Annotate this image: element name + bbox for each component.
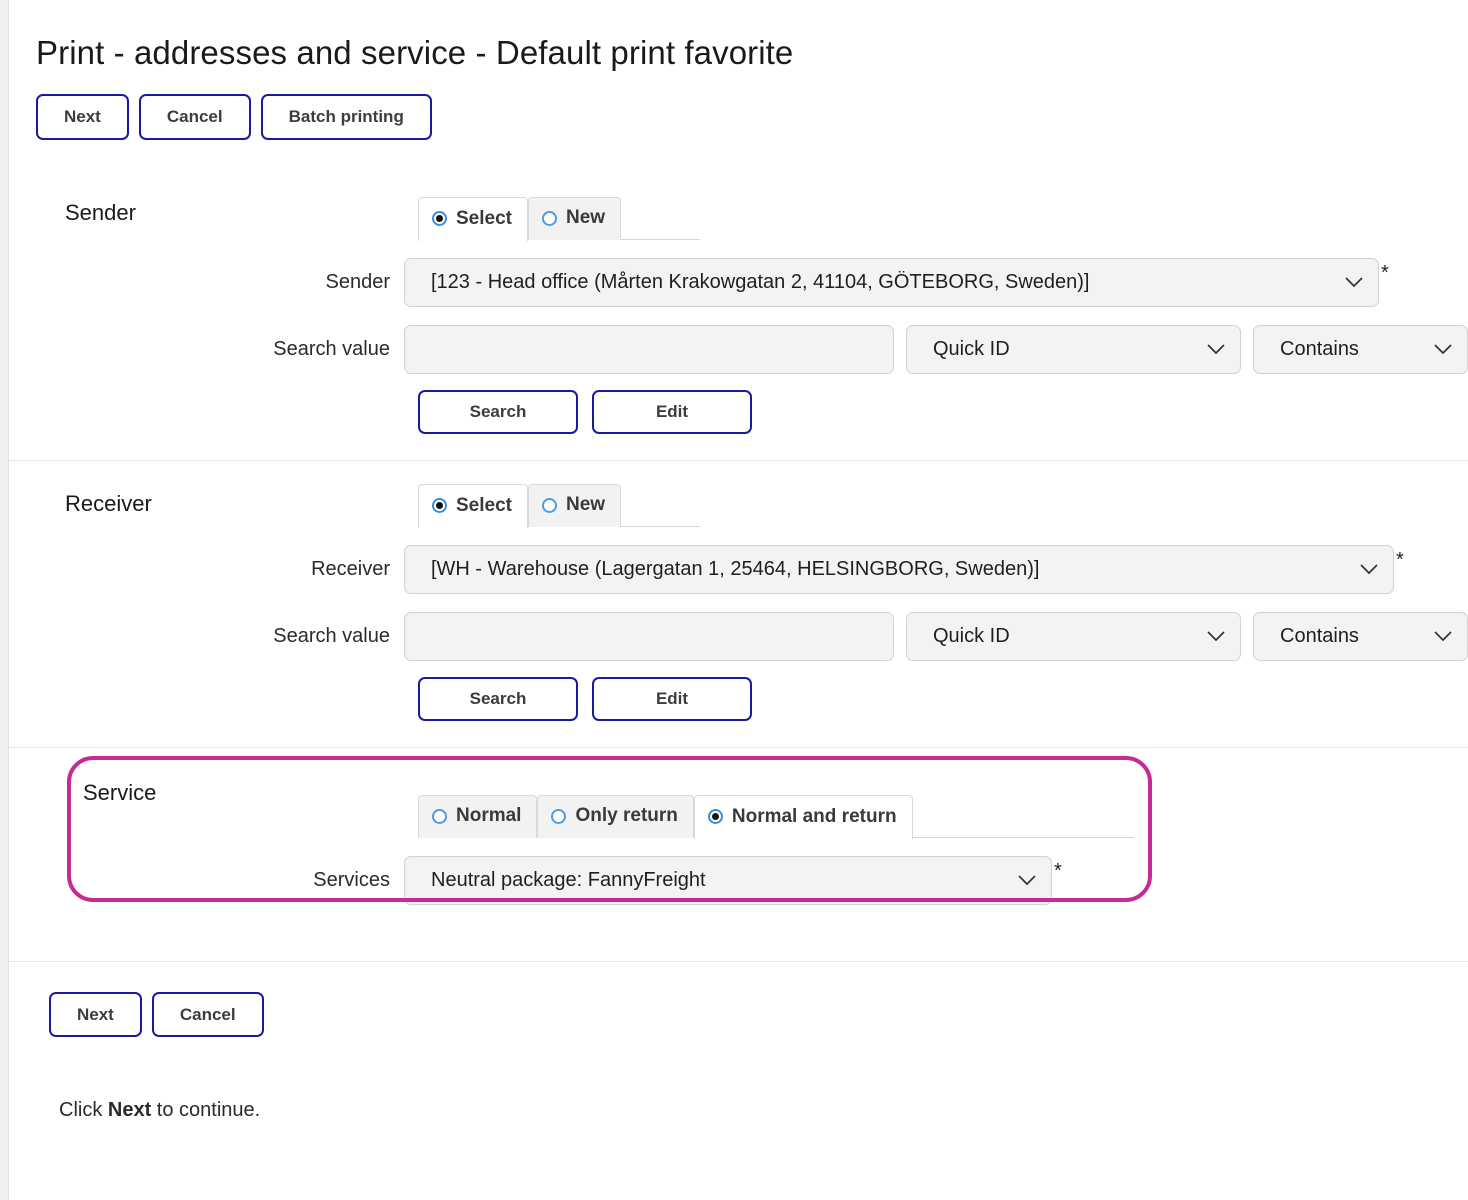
- hint-prefix: Click: [59, 1099, 108, 1122]
- sender-search-operator-select[interactable]: Contains: [1253, 324, 1468, 374]
- service-tab-only-return[interactable]: Only return: [537, 794, 694, 838]
- cancel-button-bottom[interactable]: Cancel: [151, 991, 264, 1038]
- receiver-field-label: Receiver: [311, 557, 390, 580]
- service-mode-tabs: Normal Only return Normal and return: [418, 794, 1134, 839]
- sender-edit-button[interactable]: Edit: [592, 389, 752, 434]
- receiver-tab-new[interactable]: New: [527, 483, 622, 527]
- hint-bold-next: Next: [107, 1099, 152, 1122]
- receiver-search-row: Search value Quick ID Contains: [273, 611, 1468, 661]
- receiver-required-mark: *: [1396, 548, 1404, 571]
- services-select-value: Neutral package: FannyFreight: [431, 868, 706, 891]
- receiver-search-field-value: Quick ID: [933, 624, 1010, 647]
- sender-search-button[interactable]: Search: [418, 389, 578, 434]
- sender-tab-select-label: Select: [456, 207, 512, 229]
- sender-search-operator-value: Contains: [1280, 337, 1359, 360]
- service-tab-normal[interactable]: Normal: [418, 794, 538, 838]
- receiver-tab-new-label: New: [565, 494, 606, 516]
- sender-select-value: [123 - Head office (Mårten Krakowgatan 2…: [431, 270, 1090, 293]
- sender-section-label: Sender: [65, 199, 136, 225]
- receiver-section-label: Receiver: [65, 490, 152, 516]
- continue-hint: Click Next to continue.: [49, 1099, 1468, 1122]
- sender-tab-select[interactable]: Select: [418, 196, 528, 241]
- service-section-label: Service: [83, 779, 157, 805]
- receiver-field-row: Receiver [WH - Warehouse (Lagergatan 1, …: [311, 544, 1468, 594]
- receiver-search-operator-select[interactable]: Contains: [1253, 611, 1468, 661]
- page-title: Print - addresses and service - Default …: [36, 34, 794, 71]
- sender-tab-new-label: New: [565, 207, 606, 229]
- services-field-label: Services: [313, 868, 390, 891]
- receiver-select-value: [WH - Warehouse (Lagergatan 1, 25464, HE…: [431, 557, 1040, 580]
- radio-unselected-icon: [432, 808, 447, 824]
- service-tab-normal-and-return-label: Normal and return: [731, 805, 897, 827]
- footer-toolbar: Next Cancel: [49, 991, 1468, 1038]
- service-tab-normal-label: Normal: [456, 805, 522, 827]
- sender-search-row: Search value Quick ID Contains: [273, 324, 1468, 374]
- next-button-bottom[interactable]: Next: [49, 991, 142, 1038]
- receiver-search-field-select[interactable]: Quick ID: [906, 611, 1241, 661]
- footer: Next Cancel Click Next to continue.: [9, 960, 1468, 1123]
- sender-search-field-value: Quick ID: [933, 337, 1010, 360]
- services-required-mark: *: [1054, 859, 1062, 882]
- radio-selected-icon: [432, 211, 447, 227]
- receiver-select[interactable]: [WH - Warehouse (Lagergatan 1, 25464, HE…: [404, 544, 1394, 594]
- receiver-mode-tabs: Select New: [418, 483, 700, 528]
- sender-action-buttons: Search Edit: [418, 389, 1468, 434]
- receiver-search-input[interactable]: [404, 611, 894, 661]
- sender-required-mark: *: [1381, 261, 1389, 284]
- cancel-button-top[interactable]: Cancel: [138, 94, 251, 140]
- services-select[interactable]: Neutral package: FannyFreight: [404, 855, 1052, 905]
- service-tab-only-return-label: Only return: [575, 805, 678, 827]
- sender-field-row: Sender [123 - Head office (Mårten Krakow…: [326, 257, 1468, 307]
- sender-select[interactable]: [123 - Head office (Mårten Krakowgatan 2…: [404, 257, 1379, 307]
- receiver-action-buttons: Search Edit: [418, 676, 1468, 721]
- sender-tab-new[interactable]: New: [527, 196, 622, 240]
- print-addresses-and-service-page: Print - addresses and service - Default …: [8, 0, 1468, 1200]
- receiver-edit-button[interactable]: Edit: [592, 676, 752, 721]
- radio-unselected-icon: [551, 808, 567, 824]
- receiver-section: Receiver Select New Receiver [WH - Wareh…: [9, 459, 1468, 747]
- chevron-down-icon: [1433, 630, 1453, 642]
- radio-selected-icon: [432, 498, 447, 514]
- batch-printing-button[interactable]: Batch printing: [260, 94, 432, 140]
- top-toolbar: Next Cancel Batch printing: [9, 72, 1468, 140]
- chevron-down-icon: [1206, 630, 1226, 642]
- services-field-row: Services Neutral package: FannyFreight *: [313, 855, 1468, 905]
- radio-unselected-icon: [541, 497, 557, 513]
- chevron-down-icon: [1433, 343, 1453, 355]
- receiver-tab-select[interactable]: Select: [418, 483, 528, 528]
- sender-search-field-select[interactable]: Quick ID: [906, 324, 1241, 374]
- receiver-search-label: Search value: [273, 624, 390, 647]
- chevron-down-icon: [1359, 563, 1379, 575]
- radio-selected-icon: [707, 809, 723, 825]
- receiver-search-operator-value: Contains: [1280, 624, 1359, 647]
- sender-section: Sender Select New Sender [123 - Head off…: [9, 170, 1468, 460]
- receiver-tab-select-label: Select: [456, 494, 512, 516]
- sender-field-label: Sender: [325, 270, 391, 293]
- hint-suffix: to continue.: [151, 1099, 261, 1122]
- sender-search-label: Search value: [273, 337, 390, 360]
- sender-search-input[interactable]: [404, 324, 894, 374]
- chevron-down-icon: [1017, 874, 1037, 886]
- chevron-down-icon: [1344, 276, 1364, 288]
- service-section: Service Normal Only return Normal and re…: [9, 746, 1468, 961]
- radio-unselected-icon: [541, 210, 557, 226]
- chevron-down-icon: [1206, 343, 1226, 355]
- receiver-search-button[interactable]: Search: [418, 676, 578, 721]
- next-button-top[interactable]: Next: [36, 94, 129, 140]
- service-tab-normal-and-return[interactable]: Normal and return: [693, 794, 913, 839]
- sender-mode-tabs: Select New: [418, 196, 700, 241]
